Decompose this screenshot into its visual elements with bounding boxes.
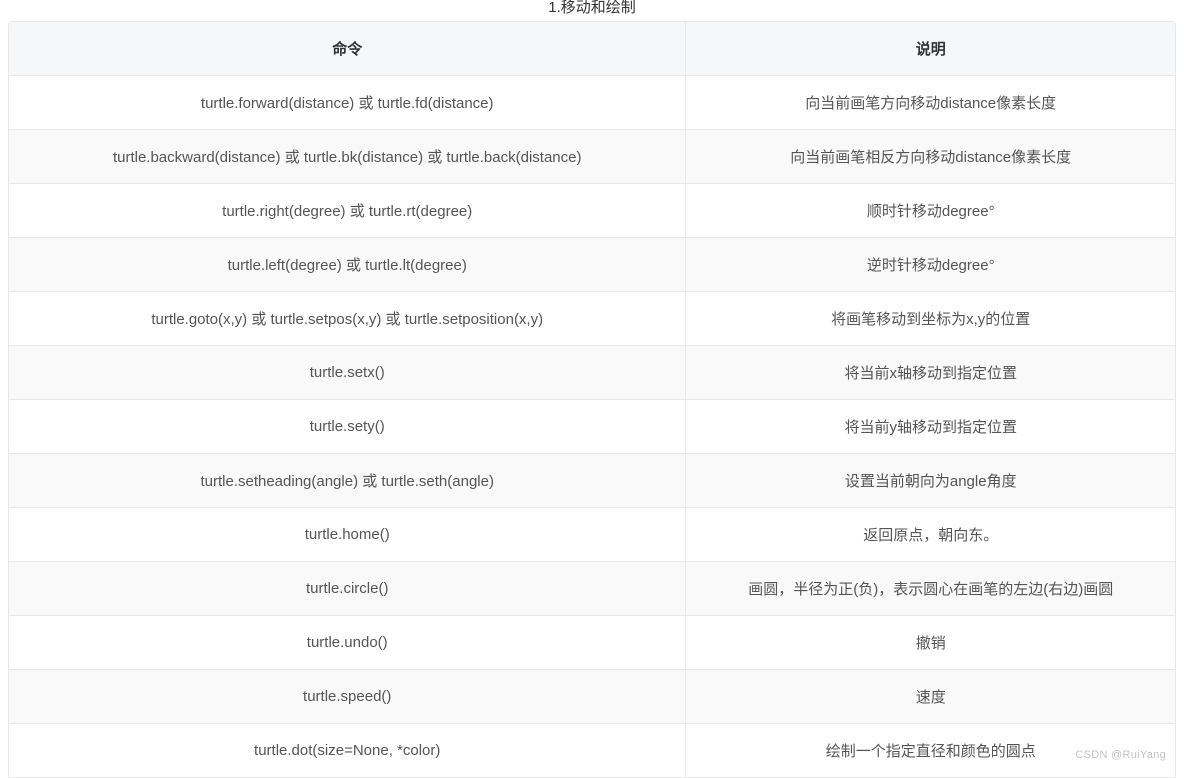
cell-command: turtle.right(degree) 或 turtle.rt(degree): [8, 184, 685, 238]
table-row: turtle.right(degree) 或 turtle.rt(degree)…: [8, 184, 1176, 238]
cell-description: 将当前y轴移动到指定位置: [685, 400, 1176, 454]
cell-command: turtle.setheading(angle) 或 turtle.seth(a…: [8, 454, 685, 508]
table-row: turtle.speed()速度: [8, 670, 1176, 724]
cell-description: 设置当前朝向为angle角度: [685, 454, 1176, 508]
cell-description: 向当前画笔方向移动distance像素长度: [685, 76, 1176, 130]
cell-command: turtle.forward(distance) 或 turtle.fd(dis…: [8, 76, 685, 130]
section-title: 1.移动和绘制: [8, 0, 1176, 21]
table-row: turtle.home()返回原点，朝向东。: [8, 508, 1176, 562]
table-row: turtle.forward(distance) 或 turtle.fd(dis…: [8, 76, 1176, 130]
cell-command: turtle.goto(x,y) 或 turtle.setpos(x,y) 或 …: [8, 292, 685, 346]
cell-command: turtle.backward(distance) 或 turtle.bk(di…: [8, 130, 685, 184]
cell-description: 逆时针移动degree°: [685, 238, 1176, 292]
document-container: 1.移动和绘制 命令 说明 turtle.forward(distance) 或…: [0, 0, 1184, 778]
cell-description: 向当前画笔相反方向移动distance像素长度: [685, 130, 1176, 184]
table-header-row: 命令 说明: [8, 21, 1176, 76]
table-row: turtle.setheading(angle) 或 turtle.seth(a…: [8, 454, 1176, 508]
table-row: turtle.undo()撤销: [8, 616, 1176, 670]
cell-description: 将当前x轴移动到指定位置: [685, 346, 1176, 400]
cell-description: 速度: [685, 670, 1176, 724]
table-row: turtle.circle()画圆，半径为正(负)，表示圆心在画笔的左边(右边)…: [8, 562, 1176, 616]
commands-table: 命令 说明 turtle.forward(distance) 或 turtle.…: [8, 21, 1176, 778]
cell-description: 顺时针移动degree°: [685, 184, 1176, 238]
cell-description: 将画笔移动到坐标为x,y的位置: [685, 292, 1176, 346]
table-row: turtle.setx()将当前x轴移动到指定位置: [8, 346, 1176, 400]
table-row: turtle.sety()将当前y轴移动到指定位置: [8, 400, 1176, 454]
table-row: turtle.dot(size=None, *color)绘制一个指定直径和颜色…: [8, 724, 1176, 778]
cell-description: 绘制一个指定直径和颜色的圆点: [685, 724, 1176, 778]
cell-description: 返回原点，朝向东。: [685, 508, 1176, 562]
header-command: 命令: [8, 21, 685, 76]
table-row: turtle.backward(distance) 或 turtle.bk(di…: [8, 130, 1176, 184]
header-description: 说明: [685, 21, 1176, 76]
cell-description: 撤销: [685, 616, 1176, 670]
cell-command: turtle.sety(): [8, 400, 685, 454]
cell-command: turtle.speed(): [8, 670, 685, 724]
cell-command: turtle.undo(): [8, 616, 685, 670]
cell-description: 画圆，半径为正(负)，表示圆心在画笔的左边(右边)画圆: [685, 562, 1176, 616]
table-row: turtle.left(degree) 或 turtle.lt(degree)逆…: [8, 238, 1176, 292]
cell-command: turtle.setx(): [8, 346, 685, 400]
cell-command: turtle.dot(size=None, *color): [8, 724, 685, 778]
cell-command: turtle.left(degree) 或 turtle.lt(degree): [8, 238, 685, 292]
table-row: turtle.goto(x,y) 或 turtle.setpos(x,y) 或 …: [8, 292, 1176, 346]
cell-command: turtle.home(): [8, 508, 685, 562]
cell-command: turtle.circle(): [8, 562, 685, 616]
